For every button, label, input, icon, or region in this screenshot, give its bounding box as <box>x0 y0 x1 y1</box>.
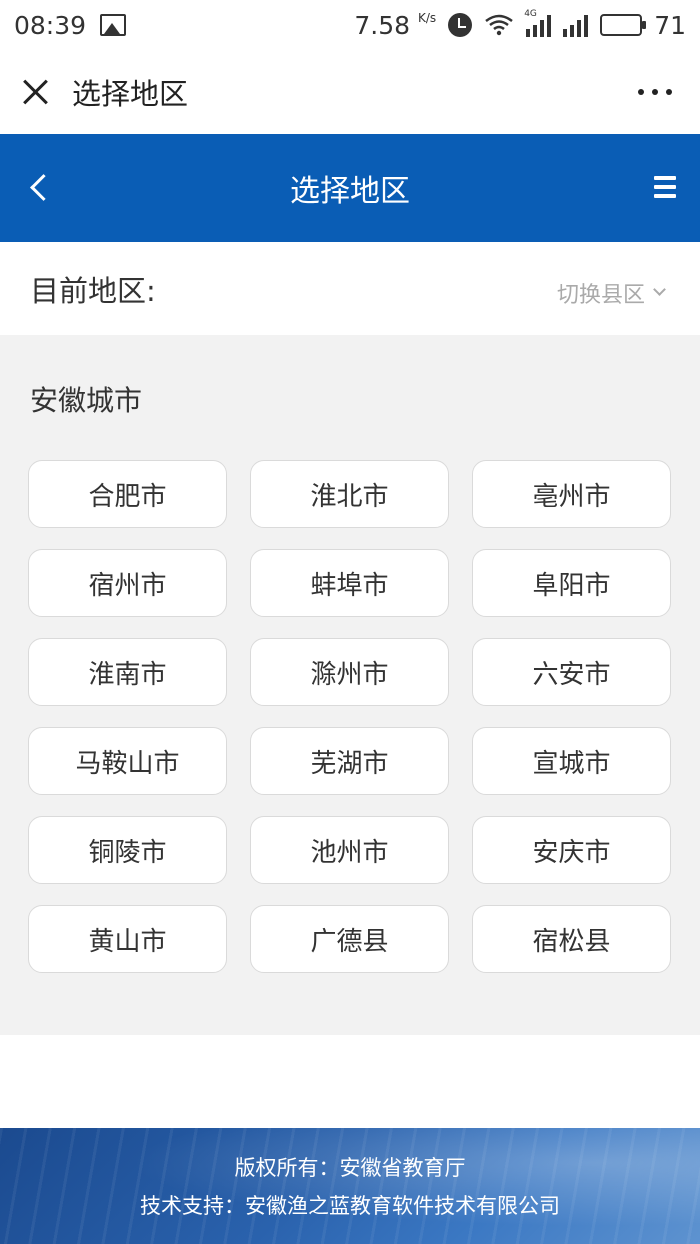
city-button[interactable]: 宿州市 <box>28 549 227 617</box>
city-button[interactable]: 亳州市 <box>472 460 671 528</box>
city-button[interactable]: 广德县 <box>250 905 449 973</box>
current-region-label: 目前地区: <box>30 273 156 308</box>
cellular-signal-4g-icon: 4G <box>524 9 552 37</box>
city-button[interactable]: 马鞍山市 <box>28 727 227 795</box>
chevron-down-icon <box>653 283 666 296</box>
city-section: 安徽城市 合肥市 淮北市 亳州市 宿州市 蚌埠市 阜阳市 淮南市 滁州市 六安市… <box>0 335 700 1035</box>
close-icon[interactable] <box>20 76 52 108</box>
city-button[interactable]: 宣城市 <box>472 727 671 795</box>
city-button[interactable]: 蚌埠市 <box>250 549 449 617</box>
city-button[interactable]: 淮北市 <box>250 460 449 528</box>
city-button[interactable]: 铜陵市 <box>28 816 227 884</box>
network-speed-unit: K/s <box>418 10 437 25</box>
city-button[interactable]: 安庆市 <box>472 816 671 884</box>
footer-tech-support: 技术支持：安徽渔之蓝教育软件技术有限公司 <box>140 1194 560 1218</box>
back-arrow-icon[interactable] <box>28 172 56 204</box>
battery-icon <box>600 14 647 36</box>
menu-icon[interactable] <box>654 176 676 198</box>
city-button[interactable]: 合肥市 <box>28 460 227 528</box>
network-speed-value: 7.58 <box>354 10 411 40</box>
more-options-icon[interactable] <box>630 79 680 105</box>
city-button[interactable]: 滁州市 <box>250 638 449 706</box>
browser-title: 选择地区 <box>72 77 189 111</box>
image-notification-icon <box>100 14 127 36</box>
cellular-signal-icon <box>563 13 589 37</box>
city-button[interactable]: 阜阳市 <box>472 549 671 617</box>
current-region-row: 目前地区: 切换县区 <box>0 242 700 335</box>
city-button[interactable]: 黄山市 <box>28 905 227 973</box>
footer: 版权所有：安徽省教育厅 技术支持：安徽渔之蓝教育软件技术有限公司 <box>0 1128 700 1244</box>
status-time: 08:39 <box>14 10 87 40</box>
city-button[interactable]: 宿松县 <box>472 905 671 973</box>
page-header: 选择地区 <box>0 134 700 242</box>
city-button[interactable]: 芜湖市 <box>250 727 449 795</box>
city-section-title: 安徽城市 <box>30 384 143 417</box>
alarm-icon <box>448 13 473 37</box>
browser-title-bar: 选择地区 <box>0 50 700 134</box>
battery-level: 71 <box>654 10 686 40</box>
city-grid: 合肥市 淮北市 亳州市 宿州市 蚌埠市 阜阳市 淮南市 滁州市 六安市 马鞍山市… <box>28 460 671 973</box>
city-button[interactable]: 池州市 <box>250 816 449 884</box>
status-bar: 08:39 7.58 K/s 4G 71 <box>0 0 700 50</box>
network-speed: 7.58 K/s <box>354 11 436 40</box>
city-button[interactable]: 淮南市 <box>28 638 227 706</box>
switch-county-label: 切换县区 <box>556 282 645 308</box>
footer-copyright: 版权所有：安徽省教育厅 <box>234 1156 466 1180</box>
network-tag: 4G <box>524 9 537 19</box>
page-title: 选择地区 <box>290 174 410 209</box>
switch-county-button[interactable]: 切换县区 <box>557 277 670 309</box>
wifi-icon <box>485 14 513 36</box>
city-button[interactable]: 六安市 <box>472 638 671 706</box>
